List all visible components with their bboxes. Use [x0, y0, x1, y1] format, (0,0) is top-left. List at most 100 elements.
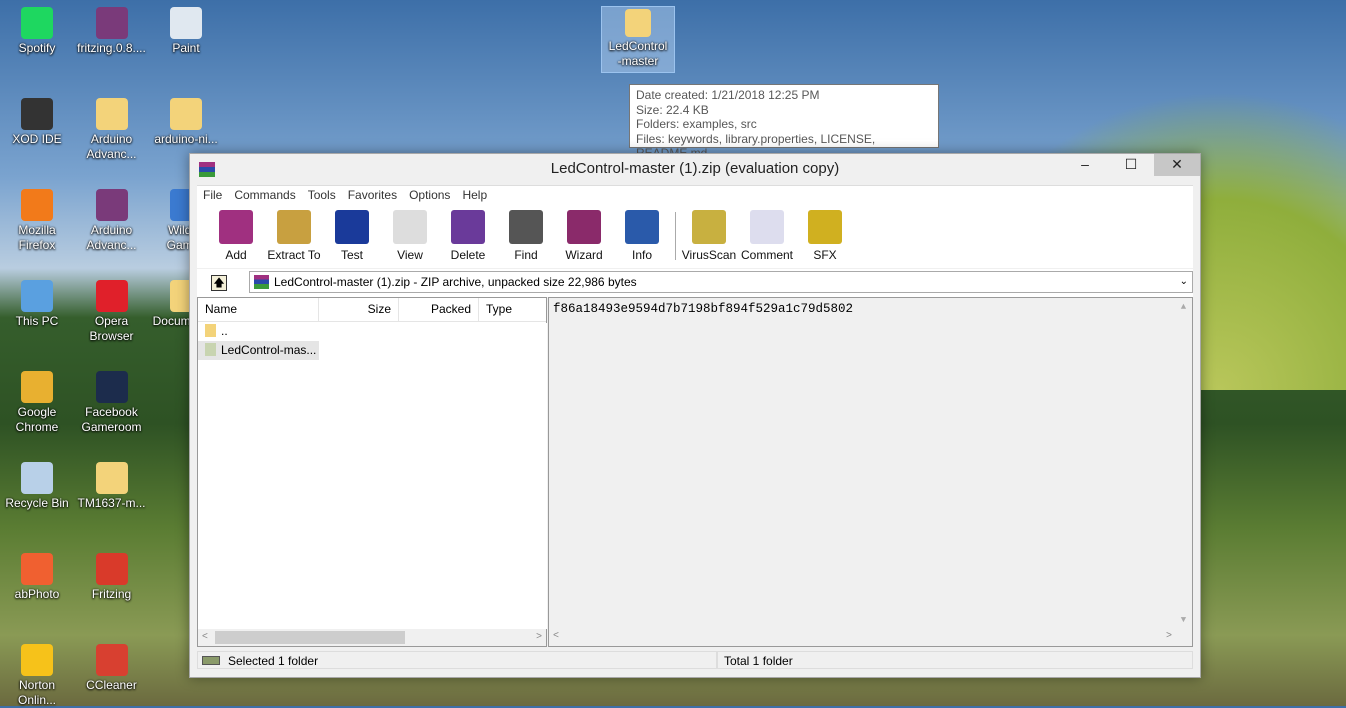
desktop-icon[interactable]: arduino-ni... [149, 98, 223, 147]
icon-label: fritzing.0.8.... [77, 41, 146, 55]
chevron-down-icon: ⌄ [1179, 276, 1188, 287]
icon-label: Facebook Gameroom [81, 405, 142, 434]
find-icon [509, 210, 543, 244]
horizontal-scrollbar[interactable]: < > [198, 629, 546, 646]
test-button[interactable]: Test [323, 204, 381, 268]
icon-label: Paint [172, 41, 200, 55]
app-icon [21, 189, 53, 221]
desktop-icon[interactable]: Arduino Advanc... [75, 189, 149, 253]
menu-help[interactable]: Help [456, 186, 493, 204]
comment-label: Comment [740, 248, 793, 262]
app-icon [170, 98, 202, 130]
app-icon [21, 644, 53, 676]
icon-label: XOD IDE [12, 132, 62, 146]
icon-label: This PC [15, 314, 59, 328]
find-label: Find [514, 248, 538, 262]
desktop-icon-ledcontrol-master[interactable]: LedControl-master [601, 6, 675, 73]
app-icon [21, 7, 53, 39]
desktop-icon[interactable]: Arduino Advanc... [75, 98, 149, 162]
vertical-scrollbar[interactable]: ▲ ▼ [1175, 298, 1192, 629]
close-button[interactable]: ✕ [1154, 154, 1200, 176]
app-icon [21, 371, 53, 403]
add-button[interactable]: Add [207, 204, 265, 268]
view-button[interactable]: View [381, 204, 439, 268]
winrar-window: LedControl-master (1).zip (evaluation co… [189, 153, 1201, 678]
file-list: Name Size Packed Type ..Local DiskLedCon… [197, 297, 547, 647]
find-button[interactable]: Find [497, 204, 555, 268]
virusscan-button[interactable]: VirusScan [680, 204, 738, 268]
maximize-button[interactable]: ☐ [1108, 154, 1154, 176]
sfx-button[interactable]: SFX [796, 204, 854, 268]
column-size[interactable]: Size [319, 298, 399, 321]
desktop-icon[interactable]: Norton Onlin... [0, 644, 74, 708]
toolbar-separator [675, 212, 676, 260]
status-selected: Selected 1 folder [197, 651, 717, 669]
tooltip-date: Date created: 1/21/2018 12:25 PM [636, 88, 820, 102]
delete-label: Delete [450, 248, 486, 262]
icon-label: abPhoto [14, 587, 60, 601]
desktop-icon[interactable]: Spotify [0, 7, 74, 56]
desktop-icon[interactable]: Fritzing [75, 553, 149, 602]
menu-file[interactable]: File [197, 186, 228, 204]
icon-label: CCleaner [86, 678, 137, 692]
icon-label: TM1637-m... [77, 496, 146, 510]
icon-label: Fritzing [91, 587, 132, 601]
column-type[interactable]: Type [479, 298, 546, 321]
app-icon [95, 371, 128, 403]
tooltip-size: Size: 22.4 KB [636, 102, 709, 117]
app-icon [95, 553, 128, 585]
title-bar: LedControl-master (1).zip (evaluation co… [190, 154, 1200, 184]
desktop-icon[interactable]: abPhoto [0, 553, 74, 602]
desktop-icon[interactable]: fritzing.0.8.... [75, 7, 149, 56]
desktop-icon[interactable]: Google Chrome [0, 371, 74, 435]
desktop-icon[interactable]: Recycle Bin [0, 462, 74, 511]
wizard-icon [567, 210, 601, 244]
app-icon [95, 280, 128, 312]
comment-button[interactable]: Comment [738, 204, 796, 268]
status-total: Total 1 folder [717, 651, 1193, 669]
wizard-label: Wizard [565, 248, 603, 262]
column-name[interactable]: Name [198, 298, 319, 321]
up-folder-button[interactable]: 🡅 [211, 275, 227, 291]
scrollbar-thumb[interactable] [215, 631, 405, 644]
menu-options[interactable]: Options [403, 186, 456, 204]
horizontal-scrollbar-comment[interactable]: < > [549, 629, 1192, 646]
info-icon [625, 210, 659, 244]
column-packed[interactable]: Packed [399, 298, 479, 321]
toolbar: Add Extract To Test View Delete Find Wizard Inf… [197, 204, 1193, 268]
folder-icon [625, 9, 651, 37]
desktop-icon[interactable]: XOD IDE [0, 98, 74, 147]
address-bar: 🡅 LedControl-master (1).zip - ZIP archiv… [197, 269, 1193, 297]
minimize-button[interactable]: – [1062, 154, 1108, 176]
desktop-icon[interactable]: Mozilla Firefox [0, 189, 74, 253]
icon-label: LedControl-master [608, 39, 668, 68]
menu-commands[interactable]: Commands [228, 186, 301, 204]
status-left-text: Selected 1 folder [228, 654, 319, 668]
icon-label: Spotify [18, 41, 56, 55]
delete-button[interactable]: Delete [439, 204, 497, 268]
view-label: View [397, 248, 423, 262]
desktop-icon[interactable]: Opera Browser [75, 280, 149, 344]
info-button[interactable]: Info [613, 204, 671, 268]
folder-icon [205, 324, 216, 337]
row-name: .. [221, 324, 228, 338]
desktop-icon[interactable]: CCleaner [75, 644, 149, 693]
address-dropdown[interactable]: LedControl-master (1).zip - ZIP archive,… [249, 271, 1193, 293]
menu-bar: File Commands Tools Favorites Options Help [197, 185, 1193, 204]
info-label: Info [631, 248, 652, 262]
extract-to-button[interactable]: Extract To [265, 204, 323, 268]
wizard-button[interactable]: Wizard [555, 204, 613, 268]
virusscan-label: VirusScan [681, 248, 737, 262]
desktop-icon[interactable]: TM1637-m... [75, 462, 149, 511]
address-text: LedControl-master (1).zip - ZIP archive,… [274, 275, 637, 289]
menu-favorites[interactable]: Favorites [342, 186, 403, 204]
winrar-icon [199, 162, 215, 177]
desktop-icon[interactable]: Facebook Gameroom [75, 371, 149, 435]
desktop-icon[interactable]: This PC [0, 280, 74, 329]
sfx-icon [808, 210, 842, 244]
menu-tools[interactable]: Tools [302, 186, 342, 204]
desktop-icon[interactable]: Paint [149, 7, 223, 56]
icon-label: arduino-ni... [154, 132, 218, 146]
icon-label: Opera Browser [89, 314, 134, 343]
add-icon [219, 210, 253, 244]
